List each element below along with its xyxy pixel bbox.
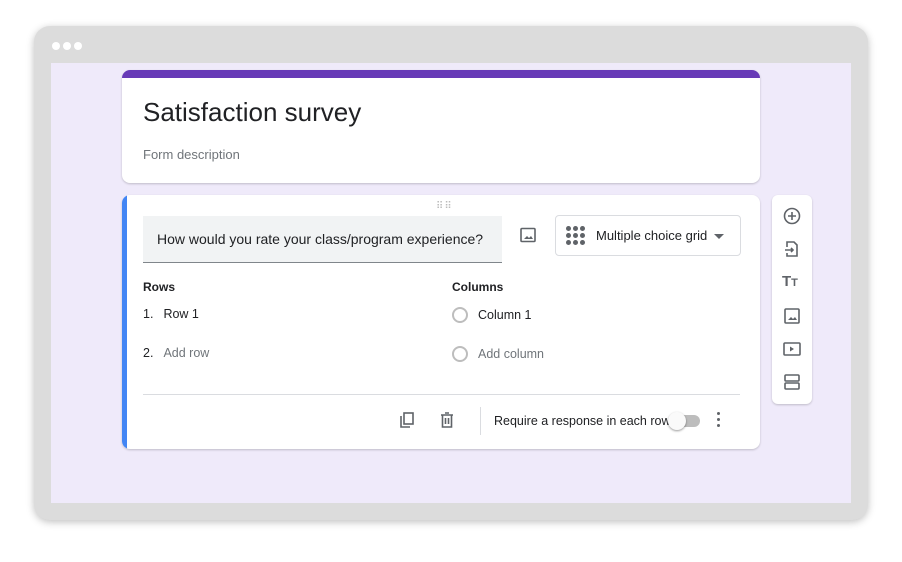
header-accent-bar (122, 70, 760, 78)
require-toggle[interactable] (668, 412, 700, 430)
active-indicator (122, 195, 127, 449)
question-card[interactable]: ⠿⠿ How would you rate your class/program… (122, 195, 760, 449)
form-header-card: Satisfaction survey Form description (122, 70, 760, 183)
divider (143, 394, 740, 395)
column-item[interactable]: Column 1 (452, 307, 532, 323)
duplicate-icon[interactable] (398, 411, 416, 429)
form-description[interactable]: Form description (143, 147, 240, 162)
more-options-icon[interactable] (717, 412, 721, 430)
window-dot-icon (74, 42, 82, 50)
row-label[interactable]: Row 1 (163, 307, 198, 321)
rows-label: Rows (143, 280, 176, 294)
add-column-label[interactable]: Add column (478, 347, 544, 361)
add-image-icon[interactable] (519, 227, 537, 243)
divider (480, 407, 481, 435)
add-title-icon[interactable]: TT (782, 273, 802, 293)
require-label: Require a response in each row (494, 414, 671, 428)
add-image-icon[interactable] (782, 306, 802, 326)
add-row[interactable]: 2. Add row (143, 346, 209, 360)
row-number: 1. (143, 307, 154, 321)
add-column[interactable]: Add column (452, 346, 544, 362)
grid-icon (566, 226, 585, 245)
window-controls (52, 42, 82, 50)
window-dot-icon (63, 42, 71, 50)
drag-handle-icon[interactable]: ⠿⠿ (436, 201, 453, 212)
add-video-icon[interactable] (782, 339, 802, 359)
add-question-icon[interactable] (782, 206, 802, 226)
radio-icon (452, 307, 468, 323)
question-type-label: Multiple choice grid (596, 228, 708, 243)
row-item[interactable]: 1. Row 1 (143, 307, 199, 321)
side-toolbar: TT (772, 195, 812, 404)
add-row-label[interactable]: Add row (163, 346, 209, 360)
add-section-icon[interactable] (782, 372, 802, 392)
question-input[interactable]: How would you rate your class/program ex… (143, 216, 502, 263)
row-number: 2. (143, 346, 154, 360)
chevron-down-icon (714, 234, 724, 239)
window-dot-icon (52, 42, 60, 50)
column-label[interactable]: Column 1 (478, 308, 532, 322)
delete-icon[interactable] (438, 411, 456, 429)
columns-label: Columns (452, 280, 504, 294)
radio-icon (452, 346, 468, 362)
import-questions-icon[interactable] (782, 239, 802, 259)
form-title[interactable]: Satisfaction survey (143, 97, 361, 128)
question-type-dropdown[interactable]: Multiple choice grid (555, 215, 741, 256)
